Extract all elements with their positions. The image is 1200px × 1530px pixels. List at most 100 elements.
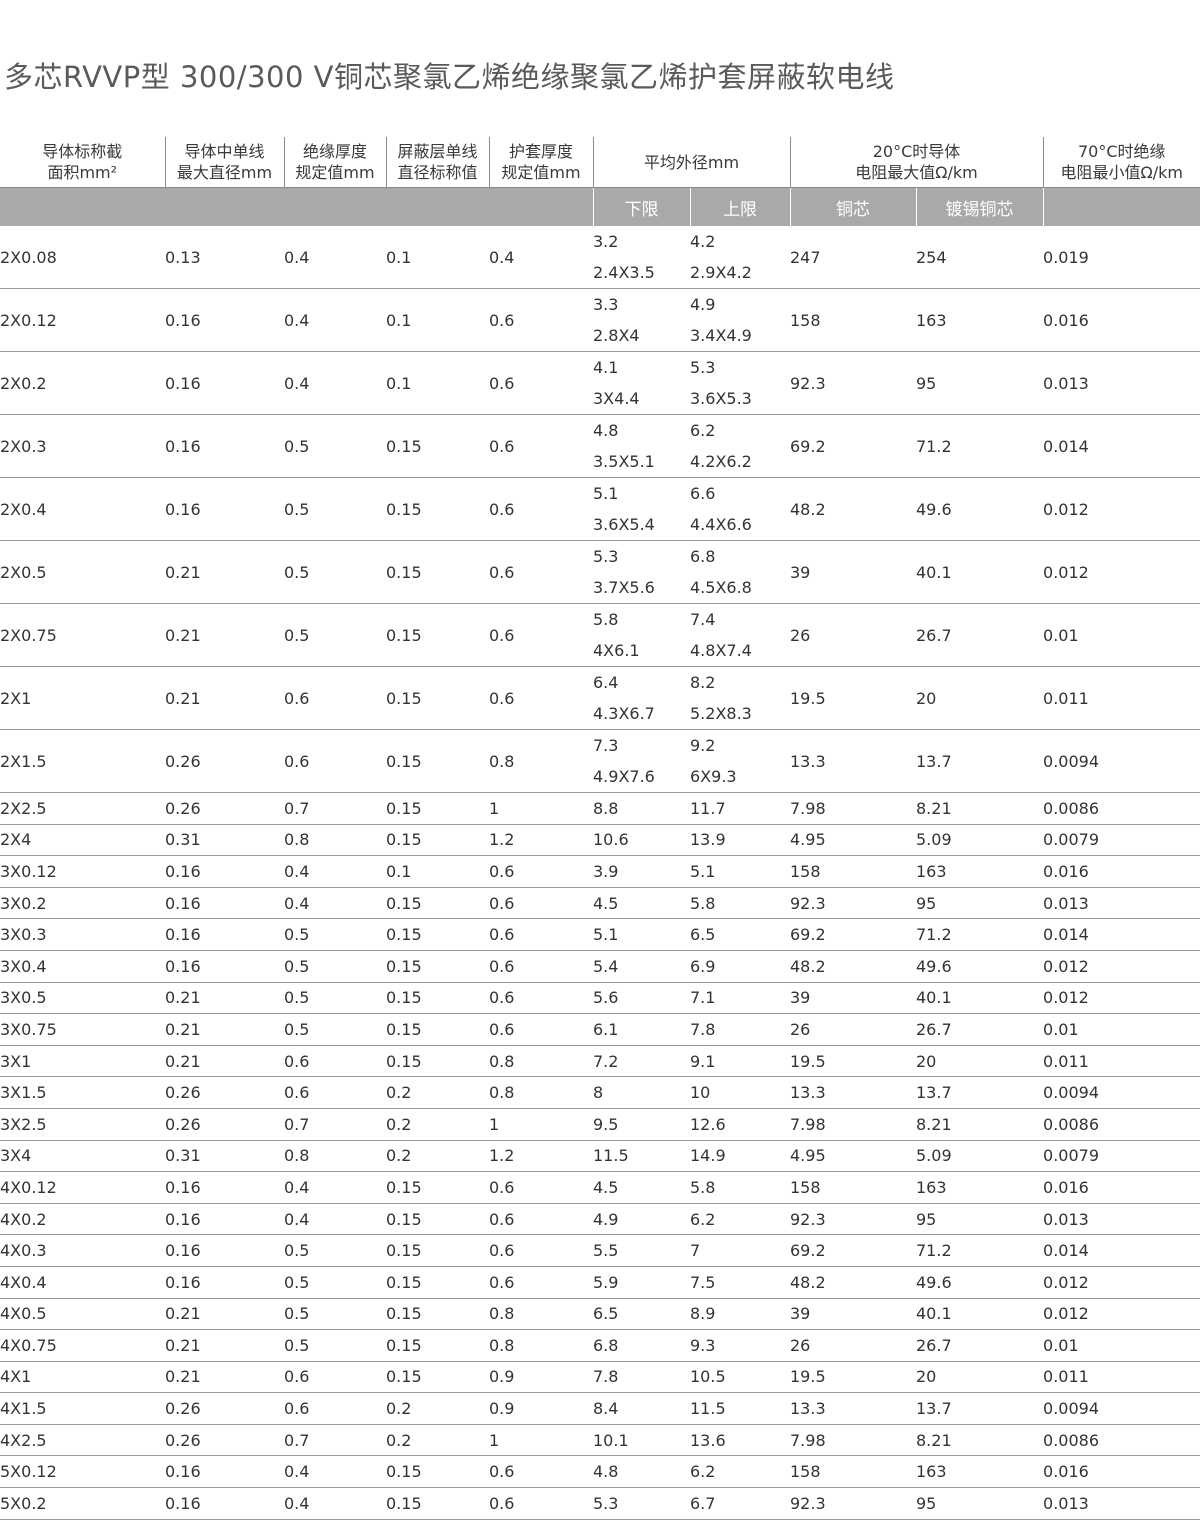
cell-insulation: 0.5	[284, 1329, 386, 1362]
cell-resistance-copper: 39	[790, 1298, 916, 1331]
cell-area: 3X1	[0, 1045, 165, 1078]
table-row: 4X0.3 0.16 0.5 0.15 0.6 5.5 7 69.2 71.2 0.014	[0, 1234, 1200, 1267]
cell-area: 3X0.4	[0, 950, 165, 983]
cell-od-upper-line: 3.6X5.3	[690, 389, 752, 408]
cell-resistance-tinned: 13.7	[916, 1392, 1044, 1425]
cell-resistance-tinned: 71.2	[916, 1234, 1044, 1267]
header-sheath: 护套厚度 规定值mm	[488, 137, 593, 188]
table-row: 2X0.5 0.21 0.5 0.15 0.6 5.3 3.7X5.6 6.8 4.5X6.8 3…	[0, 540, 1200, 604]
cell-area: 4X0.3	[0, 1234, 165, 1267]
cell-od-upper-line: 5.3	[690, 358, 716, 377]
cell-area: 4X0.2	[0, 1203, 165, 1236]
table-row: 2X2.5 0.26 0.7 0.15 1 8.8 11.7 7.98 8.21 0.0086	[0, 792, 1200, 825]
cell-resistance-copper: 69.2	[790, 1234, 916, 1267]
cell-insulation-resistance: 0.016	[1043, 855, 1200, 888]
cell-insulation-resistance: 0.013	[1043, 1487, 1200, 1520]
cell-od-upper: 6.2	[690, 1455, 790, 1489]
cell-sheath: 0.6	[489, 288, 593, 352]
cell-shield: 0.15	[386, 1298, 489, 1331]
cell-shield: 0.1	[386, 855, 489, 888]
cell-sheath: 0.6	[489, 603, 593, 667]
cell-od-upper: 8.2 5.2X8.3	[690, 666, 790, 730]
cell-shield: 0.15	[386, 887, 489, 920]
cell-resistance-copper: 92.3	[790, 1203, 916, 1236]
cell-sheath: 1	[489, 1108, 593, 1141]
cell-shield: 0.15	[386, 1171, 489, 1204]
cell-resistance-copper: 69.2	[790, 918, 916, 951]
cell-sheath: 0.6	[489, 950, 593, 983]
cell-od-lower-line: 3.5X5.1	[593, 452, 655, 471]
cell-od-lower: 4.9	[593, 1203, 690, 1236]
cell-od-upper-line: 6.2	[690, 421, 716, 440]
cell-resistance-tinned: 20	[916, 1361, 1044, 1394]
cell-area: 4X1	[0, 1361, 165, 1394]
cell-insulation: 0.7	[284, 792, 386, 825]
cell-od-upper: 9.2 6X9.3	[690, 729, 790, 793]
cell-insulation: 0.4	[284, 226, 386, 289]
cell-sheath: 0.6	[489, 540, 593, 604]
cell-area: 3X0.3	[0, 918, 165, 951]
cell-od-upper-line: 4.2	[690, 232, 716, 251]
cell-sheath: 0.6	[489, 1203, 593, 1236]
cell-sheath: 1.2	[489, 824, 593, 857]
table-row: 2X1.5 0.26 0.6 0.15 0.8 7.3 4.9X7.6 9.2 6X9.3 13.…	[0, 729, 1200, 793]
cell-od-lower-line: 4.8	[593, 421, 619, 440]
cell-resistance-tinned: 163	[916, 1455, 1044, 1489]
table-row: 2X0.08 0.13 0.4 0.1 0.4 3.2 2.4X3.5 4.2 2.9X4.2 2…	[0, 226, 1200, 289]
cell-insulation: 0.5	[284, 1013, 386, 1046]
cell-insulation: 0.5	[284, 1266, 386, 1299]
table-row: 4X1 0.21 0.6 0.15 0.9 7.8 10.5 19.5 20 0.011	[0, 1361, 1200, 1394]
table-row: 4X0.2 0.16 0.4 0.15 0.6 4.9 6.2 92.3 95 0.013	[0, 1203, 1200, 1236]
cell-insulation-resistance: 0.011	[1043, 666, 1200, 730]
cell-insulation-resistance: 0.012	[1043, 1266, 1200, 1299]
cell-od-upper-line: 4.2X6.2	[690, 452, 752, 471]
cell-insulation: 0.4	[284, 855, 386, 888]
cell-od-upper-line: 4.9	[690, 295, 716, 314]
cell-resistance-tinned: 95	[916, 351, 1044, 415]
cell-insulation-resistance: 0.0094	[1043, 1392, 1200, 1425]
cell-od-lower: 8.4	[593, 1392, 690, 1425]
table-row: 4X0.12 0.16 0.4 0.15 0.6 4.5 5.8 158 163 0.016	[0, 1171, 1200, 1204]
table-row: 2X0.75 0.21 0.5 0.15 0.6 5.8 4X6.1 7.4 4.8X7.4 26…	[0, 603, 1200, 667]
cell-wire-diameter: 0.16	[165, 1455, 284, 1489]
cell-area: 4X1.5	[0, 1392, 165, 1425]
cell-shield: 0.15	[386, 792, 489, 825]
cell-od-upper: 9.1	[690, 1045, 790, 1078]
cell-od-lower: 5.5	[593, 1234, 690, 1267]
cell-od-lower-line: 2.8X4	[593, 326, 640, 345]
cell-od-lower: 6.8	[593, 1329, 690, 1362]
cell-area: 2X0.12	[0, 288, 165, 352]
cell-shield: 0.15	[386, 918, 489, 951]
cell-area: 3X0.12	[0, 855, 165, 888]
cell-od-lower-line: 4.9X7.6	[593, 767, 655, 786]
cell-area: 4X0.75	[0, 1329, 165, 1362]
cell-od-upper-line: 4.5X6.8	[690, 578, 752, 597]
table-row: 2X4 0.31 0.8 0.15 1.2 10.6 13.9 4.95 5.09 0.0079	[0, 824, 1200, 857]
cell-insulation-resistance: 0.011	[1043, 1045, 1200, 1078]
cell-sheath: 0.6	[489, 1234, 593, 1267]
cell-od-lower: 5.1 3.6X5.4	[593, 477, 690, 541]
cell-sheath: 0.9	[489, 1392, 593, 1425]
table-row: 3X1.5 0.26 0.6 0.2 0.8 8 10 13.3 13.7 0.0094	[0, 1076, 1200, 1109]
cell-insulation-resistance: 0.012	[1043, 982, 1200, 1015]
table-row: 5X0.2 0.16 0.4 0.15 0.6 5.3 6.7 92.3 95 0.013	[0, 1487, 1200, 1520]
cell-area: 4X0.4	[0, 1266, 165, 1299]
cell-resistance-tinned: 95	[916, 1203, 1044, 1236]
cell-resistance-copper: 19.5	[790, 666, 916, 730]
cell-shield: 0.15	[386, 1234, 489, 1267]
cell-resistance-tinned: 49.6	[916, 1266, 1044, 1299]
cell-od-upper-line: 6X9.3	[690, 767, 737, 786]
cell-od-upper: 5.1	[690, 855, 790, 888]
cell-od-lower: 4.5	[593, 1171, 690, 1204]
table-row: 3X0.12 0.16 0.4 0.1 0.6 3.9 5.1 158 163 0.016	[0, 855, 1200, 888]
cell-resistance-tinned: 5.09	[916, 1140, 1044, 1173]
cell-wire-diameter: 0.21	[165, 666, 284, 730]
cell-resistance-tinned: 95	[916, 887, 1044, 920]
cell-sheath: 0.6	[489, 1171, 593, 1204]
cell-insulation: 0.5	[284, 540, 386, 604]
cell-od-lower: 10.1	[593, 1424, 690, 1457]
cell-resistance-tinned: 254	[916, 226, 1044, 289]
cell-resistance-copper: 48.2	[790, 950, 916, 983]
cell-shield: 0.15	[386, 414, 489, 478]
cell-wire-diameter: 0.16	[165, 918, 284, 951]
